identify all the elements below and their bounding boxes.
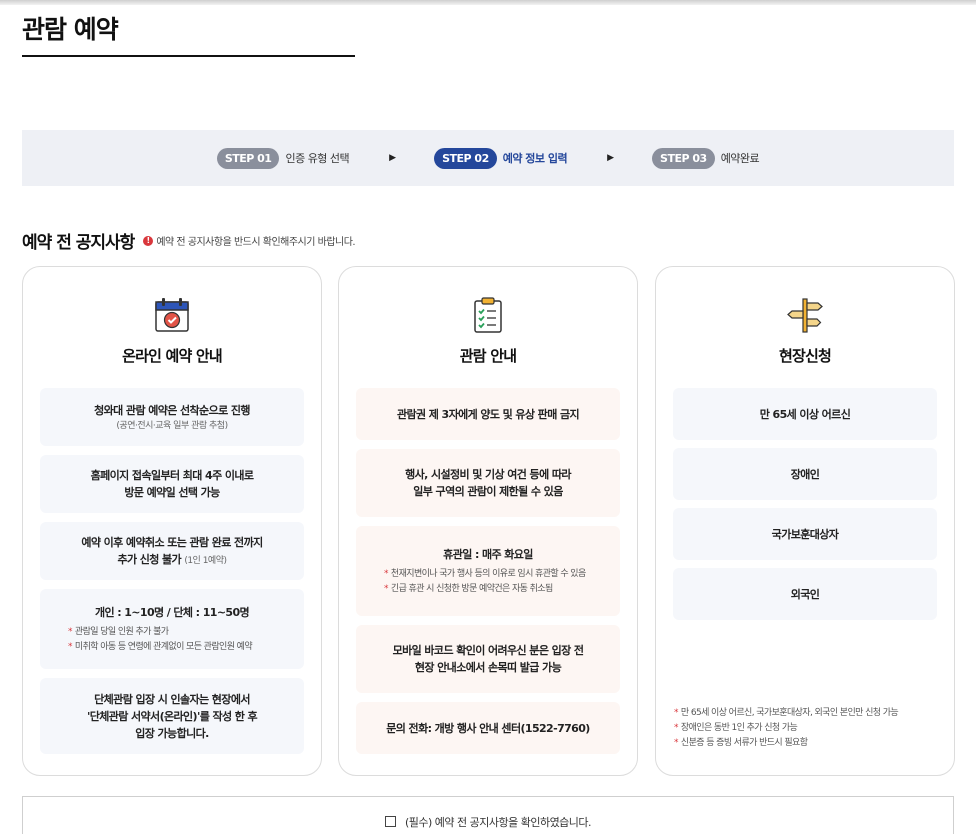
step-label-2: 예약 정보 입력 bbox=[502, 152, 568, 165]
info-box: 개인 : 1~10명 / 단체 : 11~50명 * 관람일 당일 인원 추가 불… bbox=[40, 589, 304, 669]
notice-title: 예약 전 공지사항 bbox=[22, 233, 135, 253]
title-underline bbox=[22, 55, 355, 57]
card-onsite-application: 현장신청 만 65세 이상 어르신 장애인 국가보훈대상자 외국인 * 만 65세… bbox=[655, 266, 955, 776]
card-title: 온라인 예약 안내 bbox=[122, 347, 223, 365]
step-badge-2: STEP 02 bbox=[434, 147, 497, 169]
note-line: * 신분증 등 증빙 서류가 반드시 필요함 bbox=[674, 738, 808, 748]
signpost-icon bbox=[787, 298, 823, 333]
box-note: * 긴급 휴관 시 신청한 방문 예약건은 자동 취소됨 bbox=[384, 583, 553, 594]
box-text: 국가보훈대상자 bbox=[771, 527, 839, 541]
page-title: 관람 예약 bbox=[22, 15, 119, 44]
box-text: 청와대 관람 예약은 선착순으로 진행 bbox=[94, 403, 250, 417]
step-indicator: STEP 01 인증 유형 선택 ▶ STEP 02 예약 정보 입력 ▶ ST… bbox=[22, 130, 954, 186]
step-badge-3: STEP 03 bbox=[652, 147, 715, 169]
box-text: 휴관일 : 매주 화요일 bbox=[443, 547, 533, 561]
info-box: 청와대 관람 예약은 선착순으로 진행 (공연·전시·교육 일부 관람 추첨) bbox=[40, 388, 304, 446]
step-badge-1: STEP 01 bbox=[216, 147, 280, 169]
step-1: STEP 01 인증 유형 선택 bbox=[216, 147, 350, 169]
box-subtext: (1인 1예약) bbox=[184, 556, 227, 566]
step-arrow-icon: ▶ bbox=[389, 153, 397, 163]
agree-label[interactable]: (필수) 예약 전 공지사항을 확인하였습니다. bbox=[405, 814, 592, 834]
info-box: 홈페이지 접속일부터 최대 4주 이내로 방문 예약일 선택 가능 bbox=[40, 455, 304, 513]
info-box: 문의 전화: 개방 행사 안내 센터(1522-7760) bbox=[356, 702, 620, 754]
box-note: * 미취학 아동 등 연령에 관계없이 모든 관람인원 예약 bbox=[68, 641, 253, 652]
box-text: 장애인 bbox=[790, 467, 820, 481]
info-box: 국가보훈대상자 bbox=[673, 508, 937, 560]
box-text: 개인 : 1~10명 / 단체 : 11~50명 bbox=[94, 605, 250, 619]
info-box: 휴관일 : 매주 화요일 * 천재지변이나 국가 행사 등의 이유로 임시 휴관할… bbox=[356, 526, 620, 616]
card-visit-info: 관람 안내 관람권 제 3자에게 양도 및 유상 판매 금지 행사, 시설정비 … bbox=[338, 266, 638, 776]
box-text: 추가 신청 불가 bbox=[117, 553, 182, 566]
box-text: 일부 구역의 관람이 제한될 수 있음 bbox=[413, 485, 563, 498]
box-text: 단체관람 입장 시 인솔자는 현장에서 bbox=[94, 692, 250, 706]
note-line: * 장애인은 동반 1인 추가 신청 가능 bbox=[674, 723, 798, 733]
agreement-box: (필수) 예약 전 공지사항을 확인하였습니다. bbox=[22, 796, 954, 834]
box-text: 방문 예약일 선택 가능 bbox=[124, 486, 220, 499]
notice-header: 예약 전 공지사항 ! 예약 전 공지사항을 반드시 확인해주시기 바랍니다. bbox=[22, 228, 356, 253]
clipboard-checklist-icon bbox=[474, 297, 502, 333]
box-text: 관람권 제 3자에게 양도 및 유상 판매 금지 bbox=[397, 407, 580, 421]
box-text: 외국인 bbox=[790, 587, 820, 601]
box-text: 홈페이지 접속일부터 최대 4주 이내로 bbox=[90, 469, 254, 482]
box-text: 현장 안내소에서 손목띠 발급 가능 bbox=[414, 661, 562, 674]
info-box: 모바일 바코드 확인이 어려우신 분은 입장 전 현장 안내소에서 손목띠 발급… bbox=[356, 625, 620, 693]
step-arrow-icon: ▶ bbox=[607, 153, 615, 163]
box-text: 문의 전화: 개방 행사 안내 센터(1522-7760) bbox=[386, 721, 590, 735]
step-2: STEP 02 예약 정보 입력 bbox=[434, 147, 568, 169]
calendar-check-icon bbox=[155, 298, 189, 332]
box-text: 예약 이후 예약취소 또는 관람 완료 전까지 bbox=[81, 536, 263, 549]
box-text: 모바일 바코드 확인이 어려우신 분은 입장 전 bbox=[392, 644, 584, 657]
step-label-3: 예약완료 bbox=[720, 152, 760, 165]
info-box: 장애인 bbox=[673, 448, 937, 500]
info-box: 관람권 제 3자에게 양도 및 유상 판매 금지 bbox=[356, 388, 620, 440]
box-text: 입장 가능합니다. bbox=[135, 726, 209, 740]
box-text: '단체관람 서약서(온라인)'를 작성 한 후 bbox=[86, 709, 258, 723]
onsite-notes: * 만 65세 이상 어르신, 국가보훈대상자, 외국인 본인만 신청 가능 * 장… bbox=[674, 706, 944, 751]
info-box: 외국인 bbox=[673, 568, 937, 620]
info-box: 단체관람 입장 시 인솔자는 현장에서 '단체관람 서약서(온라인)'를 작성 … bbox=[40, 678, 304, 754]
box-text: 만 65세 이상 어르신 bbox=[759, 407, 851, 421]
card-online-reservation: 온라인 예약 안내 청와대 관람 예약은 선착순으로 진행 (공연·전시·교육 … bbox=[22, 266, 322, 776]
card-title: 현장신청 bbox=[778, 347, 832, 365]
box-subtext: (공연·전시·교육 일부 관람 추첨) bbox=[116, 420, 228, 431]
box-note: * 관람일 당일 인원 추가 불가 bbox=[68, 626, 169, 637]
step-label-1: 인증 유형 선택 bbox=[285, 152, 350, 165]
info-box: 행사, 시설정비 및 기상 여건 등에 따라 일부 구역의 관람이 제한될 수 … bbox=[356, 449, 620, 517]
box-note: * 천재지변이나 국가 행사 등의 이유로 임시 휴관할 수 있음 bbox=[384, 568, 586, 579]
notice-subtitle: 예약 전 공지사항을 반드시 확인해주시기 바랍니다. bbox=[156, 237, 356, 248]
info-box: 만 65세 이상 어르신 bbox=[673, 388, 937, 440]
card-title: 관람 안내 bbox=[459, 347, 517, 365]
info-box: 예약 이후 예약취소 또는 관람 완료 전까지 추가 신청 불가 (1인 1예약… bbox=[40, 522, 304, 580]
alert-icon: ! bbox=[143, 235, 154, 246]
note-line: * 만 65세 이상 어르신, 국가보훈대상자, 외국인 본인만 신청 가능 bbox=[674, 708, 899, 718]
step-3: STEP 03 예약완료 bbox=[652, 147, 760, 169]
box-text: 행사, 시설정비 및 기상 여건 등에 따라 bbox=[405, 468, 571, 481]
agree-checkbox[interactable] bbox=[384, 816, 396, 827]
top-shadow-line bbox=[0, 0, 976, 5]
